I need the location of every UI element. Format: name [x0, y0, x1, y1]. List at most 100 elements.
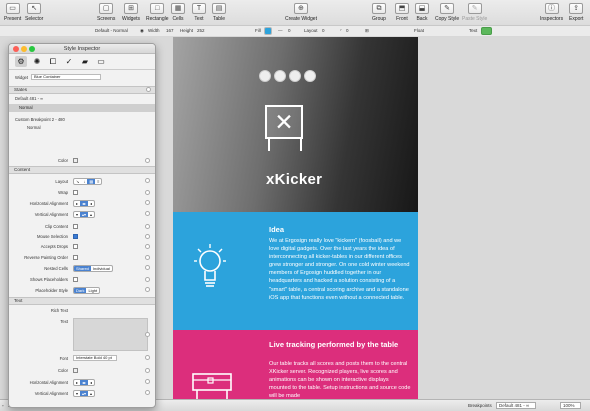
stroke-icon[interactable]: — [278, 28, 283, 33]
rectangle-button[interactable]: □ Rectangle [146, 3, 169, 22]
zoom-icon[interactable] [29, 46, 35, 52]
add-text-halign-icon[interactable] [145, 379, 150, 384]
visibility-icon[interactable]: ◉ [140, 28, 144, 34]
add-nested-icon[interactable] [145, 265, 150, 270]
appearance-tab-icon[interactable]: ✺ [31, 56, 43, 67]
copy-style-icon: ✎ [440, 3, 455, 14]
state-normal-row[interactable]: Normal [9, 104, 155, 112]
widget-name-field[interactable]: Blue Container [31, 74, 101, 80]
add-clip-icon[interactable] [145, 224, 150, 229]
breakpoints-select[interactable]: Default 481 - ∞ [496, 402, 537, 409]
screens-button[interactable]: ▢ Screens [97, 3, 115, 22]
state-default[interactable]: Default 481 - ∞ [15, 96, 43, 101]
nested-shared-option[interactable]: Shared [74, 266, 91, 271]
placeholder-dark-option[interactable]: Dark [74, 288, 87, 293]
text-header[interactable]: Text [9, 297, 155, 305]
horizontal-alignment-segment[interactable]: ▸ ◂▸ ◂ [73, 200, 96, 207]
copy-style-button[interactable]: ✎ Copy Style [435, 3, 459, 22]
wrap-checkbox[interactable] [73, 190, 78, 195]
pink-container[interactable]: Live tracking performed by the table Our… [173, 330, 418, 399]
paste-style-button[interactable]: ✎ Paste Style [462, 3, 487, 22]
custom-breakpoint[interactable]: Custom Breakpoint 2 - 480 [15, 117, 65, 122]
states-header[interactable]: States [9, 86, 155, 94]
custom-normal-state[interactable]: Normal [27, 125, 41, 130]
carousel-dot[interactable] [259, 70, 271, 82]
front-button[interactable]: ⬒ Front [395, 3, 409, 22]
export-button[interactable]: ⇪ Export [569, 3, 583, 22]
cells-icon: ▦ [171, 3, 185, 14]
widgets-button[interactable]: ⊞ Widgets [122, 3, 140, 22]
style-tab-icon[interactable]: ⚙ [15, 56, 27, 67]
text-horizontal-alignment-segment[interactable]: ▸ ◂▸ ◂ [73, 379, 96, 386]
clip-content-checkbox[interactable] [73, 224, 78, 229]
widgets-icon: ⊞ [124, 3, 139, 14]
shows-placeholders-checkbox[interactable] [73, 277, 78, 282]
add-layout-icon[interactable] [145, 178, 150, 183]
document-tab-icon[interactable]: ▭ [95, 56, 107, 67]
inspectors-button[interactable]: ⓘ Inspectors [540, 3, 563, 22]
add-color-icon[interactable] [145, 158, 150, 163]
nested-individual-option[interactable]: Individual [91, 266, 112, 271]
add-mouse-icon[interactable] [145, 234, 150, 239]
cells-button[interactable]: ▦ Cells [171, 3, 185, 22]
add-reverse-icon[interactable] [145, 255, 150, 260]
text-vertical-alignment-segment[interactable]: ▾ ▴▾ ▴ [73, 390, 96, 397]
text-horizontal-alignment-label: Horizontal Alignment [29, 380, 68, 385]
add-drops-icon[interactable] [145, 244, 150, 249]
mouse-selection-checkbox[interactable] [73, 234, 78, 239]
add-valign-icon[interactable] [145, 211, 150, 216]
accepts-drops-checkbox[interactable] [73, 244, 78, 249]
text-button[interactable]: T Text [192, 3, 206, 22]
close-icon[interactable] [13, 46, 19, 52]
placeholder-style-segment[interactable]: Dark Light [73, 287, 101, 294]
add-shows-icon[interactable] [145, 277, 150, 282]
corner-icon[interactable]: ◜ [340, 28, 342, 34]
add-state-icon[interactable] [146, 87, 151, 92]
add-text-color-icon[interactable] [145, 368, 150, 373]
add-placeholder-icon[interactable] [145, 287, 150, 292]
add-wrap-icon[interactable] [145, 190, 150, 195]
nested-cells-segment[interactable]: Shared Individual [73, 265, 113, 272]
vertical-alignment-segment[interactable]: ▾ ▴▾ ▴ [73, 211, 96, 218]
back-button[interactable]: ⬓ Back [415, 3, 429, 22]
group-button[interactable]: ⧉ Group [372, 3, 386, 22]
stroke-width-value[interactable]: 0 [288, 28, 291, 33]
breakpoint-select[interactable]: Default - Normal [95, 28, 128, 33]
placeholder-light-option[interactable]: Light [86, 288, 99, 293]
interaction-tab-icon[interactable]: ✓ [63, 56, 75, 67]
carousel-dot[interactable] [274, 70, 286, 82]
present-button[interactable]: ▭ Present [4, 3, 21, 22]
add-font-icon[interactable] [145, 355, 150, 360]
font-field[interactable]: Interstate Bold 40 pt [73, 355, 117, 361]
zoom-select[interactable]: 100% [560, 402, 581, 409]
fill-swatch[interactable] [264, 27, 272, 35]
text-content-area[interactable] [73, 318, 148, 351]
add-text-valign-icon[interactable] [145, 390, 150, 395]
height-value[interactable]: 252 [197, 28, 205, 33]
text-color-swatch[interactable] [73, 368, 78, 373]
blue-container[interactable]: Idea We at Ergosign really love "kickern… [173, 212, 418, 330]
grid-icon[interactable]: ⊞ [365, 28, 369, 34]
layout-value[interactable]: 0 [322, 28, 325, 33]
folder-tab-icon[interactable]: ▰ [79, 56, 91, 67]
layout-tab-icon[interactable]: ⧠ [47, 56, 59, 67]
add-halign-icon[interactable] [145, 200, 150, 205]
corner-value[interactable]: 0 [346, 28, 349, 33]
color-swatch[interactable] [73, 158, 78, 163]
layout-segment[interactable]: ↘ ↓ ▦ ≡ [73, 178, 103, 185]
carousel-dot[interactable] [289, 70, 301, 82]
selector-button[interactable]: ↖ Selector [25, 3, 43, 22]
rich-text-label: Rich Text [50, 308, 68, 313]
add-text-icon[interactable] [145, 332, 150, 337]
create-widget-button[interactable]: ⊕ Create Widget [285, 3, 317, 22]
style-inspector-panel[interactable]: Style Inspector ⚙ ✺ ⧠ ✓ ▰ ▭ Widget Blue … [8, 43, 156, 408]
table-button[interactable]: ▤ Table [212, 3, 226, 22]
minimize-icon[interactable] [21, 46, 27, 52]
carousel-dot[interactable] [304, 70, 316, 82]
content-header[interactable]: Content [9, 166, 155, 174]
reverse-painting-checkbox[interactable] [73, 255, 78, 260]
text-label: Text [469, 28, 478, 33]
screens-icon: ▢ [99, 3, 114, 14]
width-value[interactable]: 167 [166, 28, 174, 33]
text-toggle[interactable] [481, 27, 492, 35]
